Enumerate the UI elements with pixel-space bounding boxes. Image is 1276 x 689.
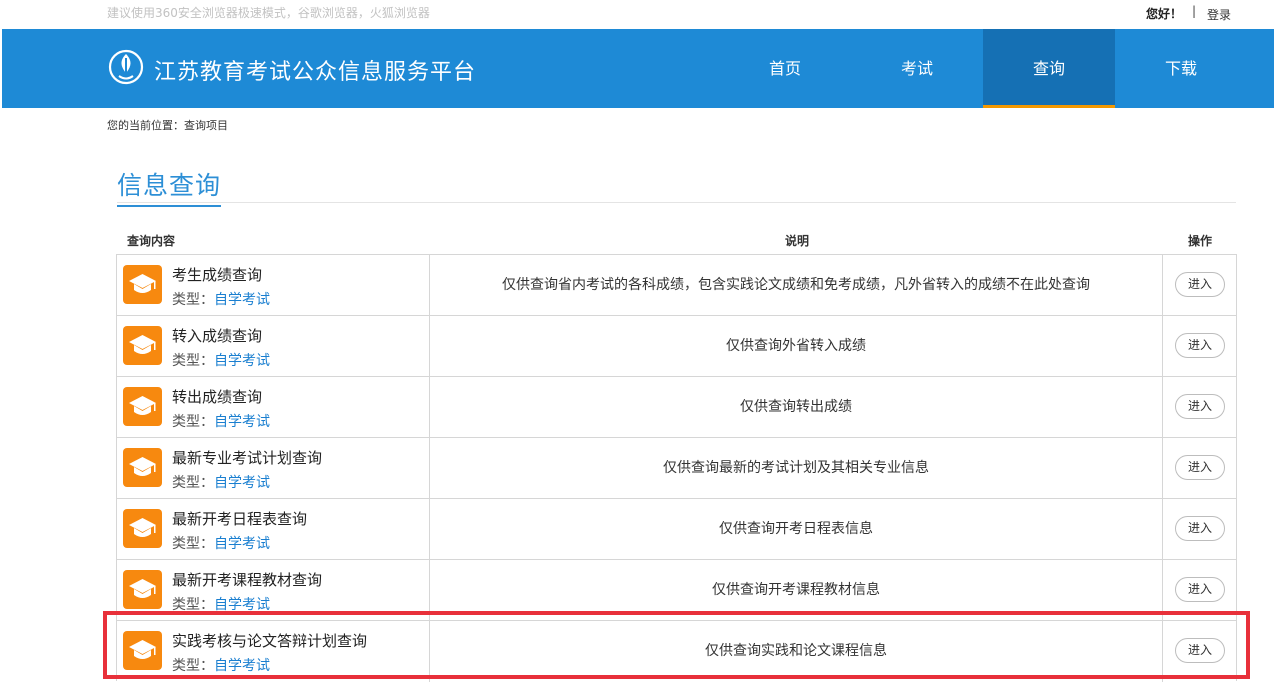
section-title: 信息查询 [117, 166, 222, 207]
type-label: 类型： [172, 353, 214, 369]
top-bar: 建议使用360安全浏览器极速模式，谷歌浏览器，火狐浏览器 您好！ | 登录 [0, 0, 1276, 28]
greeting: 您好！ [1146, 7, 1183, 21]
graduation-cap-icon [123, 326, 162, 365]
cell-divider [1162, 377, 1163, 438]
query-type: 类型：自学考试 [172, 411, 270, 431]
column-header-action: 操作 [1188, 234, 1213, 248]
cell-divider [1162, 499, 1163, 560]
query-description: 仅供查询省内考试的各科成绩，包含实践论文成绩和免考成绩，凡外省转入的成绩不在此处… [502, 277, 1090, 293]
graduation-cap-icon [123, 387, 162, 426]
table-row: 最新专业考试计划查询 类型：自学考试 仅供查询最新的考试计划及其相关专业信息 进入 [116, 437, 1237, 499]
type-link[interactable]: 自学考试 [214, 475, 270, 491]
query-name: 最新专业考试计划查询 [172, 449, 323, 467]
nav-item-2[interactable]: 考试 [851, 29, 983, 108]
enter-button[interactable]: 进入 [1175, 272, 1225, 297]
query-name: 转入成绩查询 [172, 327, 263, 345]
enter-button[interactable]: 进入 [1175, 333, 1225, 358]
graduation-cap-icon [123, 570, 162, 609]
enter-button[interactable]: 进入 [1175, 455, 1225, 480]
graduation-cap-icon [123, 265, 162, 304]
site-title: 江苏教育考试公众信息服务平台 [154, 60, 477, 85]
type-label: 类型： [172, 536, 214, 552]
login-link[interactable]: 登录 [1207, 6, 1231, 23]
table-row: 转入成绩查询 类型：自学考试 仅供查询外省转入成绩 进入 [116, 315, 1237, 377]
cell-divider [1162, 255, 1163, 316]
type-link[interactable]: 自学考试 [214, 536, 270, 552]
breadcrumb: 您的当前位置：查询项目 [107, 119, 228, 132]
cell-divider [1162, 316, 1163, 377]
table-row: 考生成绩查询 类型：自学考试 仅供查询省内考试的各科成绩，包含实践论文成绩和免考成绩… [116, 254, 1237, 316]
graduation-cap-icon [123, 509, 162, 548]
enter-button[interactable]: 进入 [1175, 577, 1225, 602]
type-label: 类型： [172, 292, 214, 308]
query-name: 最新开考课程教材查询 [172, 571, 323, 589]
query-type: 类型：自学考试 [172, 289, 270, 309]
table-row: 转出成绩查询 类型：自学考试 仅供查询转出成绩 进入 [116, 376, 1237, 438]
enter-button[interactable]: 进入 [1175, 394, 1225, 419]
query-description: 仅供查询最新的考试计划及其相关专业信息 [663, 460, 929, 476]
query-name: 最新开考日程表查询 [172, 510, 308, 528]
type-link[interactable]: 自学考试 [214, 414, 270, 430]
nav-item-1[interactable]: 首页 [719, 29, 851, 108]
emblem-icon [108, 49, 144, 85]
type-label: 类型： [172, 414, 214, 430]
type-label: 类型： [172, 475, 214, 491]
nav-item-3[interactable]: 查询 [983, 29, 1115, 108]
site-header: 江苏教育考试公众信息服务平台 首页 考试 查询 下载 [2, 29, 1274, 108]
query-type: 类型：自学考试 [172, 472, 270, 492]
column-header-content: 查询内容 [127, 234, 176, 248]
column-header-desc: 说明 [785, 234, 810, 248]
query-type: 类型：自学考试 [172, 350, 270, 370]
enter-button[interactable]: 进入 [1175, 516, 1225, 541]
query-name: 转出成绩查询 [172, 388, 263, 406]
section-divider [117, 202, 1236, 203]
type-link[interactable]: 自学考试 [214, 292, 270, 308]
nav-item-4[interactable]: 下载 [1115, 29, 1247, 108]
type-link[interactable]: 自学考试 [214, 353, 270, 369]
query-name: 考生成绩查询 [172, 266, 263, 284]
browser-hint: 建议使用360安全浏览器极速模式，谷歌浏览器，火狐浏览器 [107, 6, 430, 20]
query-description: 仅供查询外省转入成绩 [726, 338, 866, 354]
query-description: 仅供查询转出成绩 [740, 399, 852, 415]
cell-divider [1162, 438, 1163, 499]
highlight-box [103, 611, 1250, 679]
graduation-cap-icon [123, 448, 162, 487]
query-type: 类型：自学考试 [172, 533, 270, 553]
query-description: 仅供查询开考日程表信息 [719, 521, 873, 537]
separator: | [1192, 4, 1197, 18]
table-row: 最新开考日程表查询 类型：自学考试 仅供查询开考日程表信息 进入 [116, 498, 1237, 560]
